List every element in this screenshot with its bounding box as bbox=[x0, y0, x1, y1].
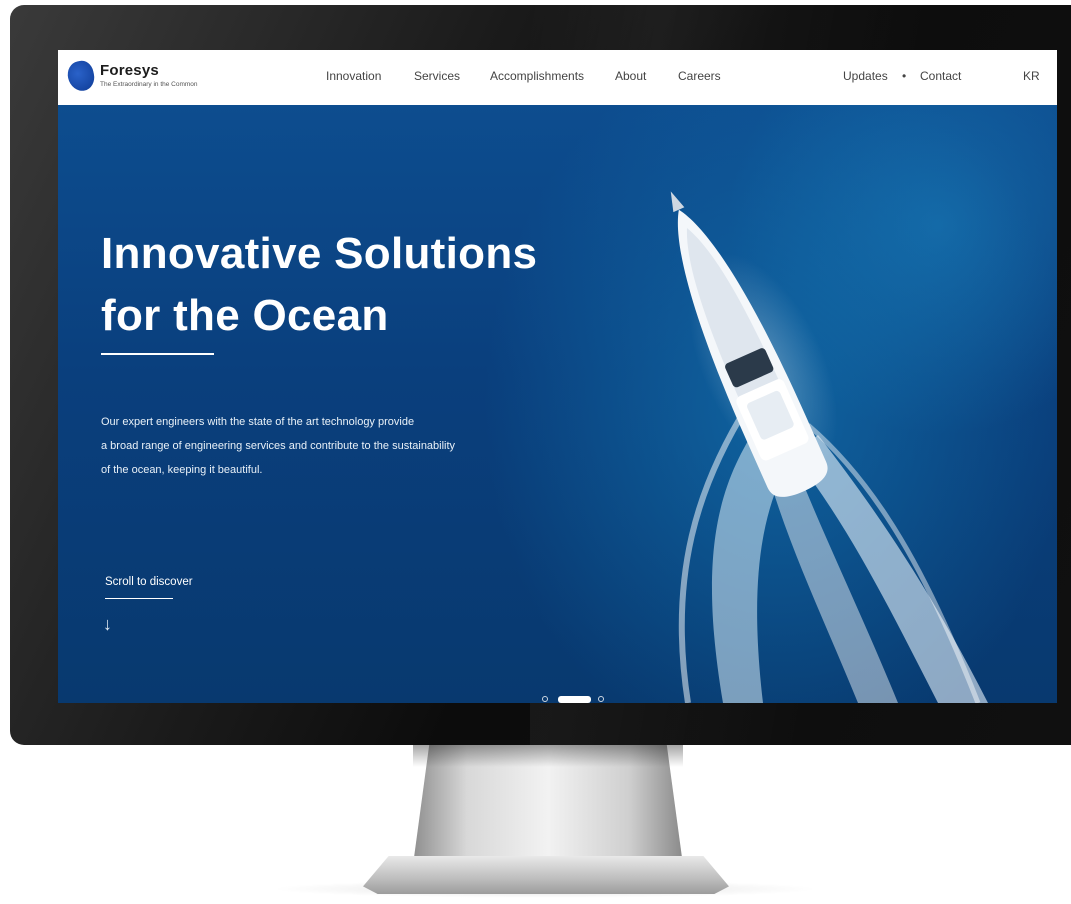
scroll-underline bbox=[105, 598, 173, 599]
site-header: Foresys The Extraordinary in the Common … bbox=[58, 50, 1057, 105]
monitor-stand-base bbox=[363, 856, 729, 894]
arrow-down-icon[interactable]: ↓ bbox=[103, 614, 112, 635]
brand-tagline: The Extraordinary in the Common bbox=[100, 81, 198, 88]
brand-name[interactable]: Foresys bbox=[100, 62, 159, 79]
hero-boat-image bbox=[670, 191, 988, 703]
hero-desc-line3: of the ocean, keeping it beautiful. bbox=[101, 464, 263, 476]
foresys-logo-icon[interactable] bbox=[65, 58, 97, 94]
hero-section: Innovative Solutions for the Ocean Our e… bbox=[58, 105, 1057, 703]
nav-about[interactable]: About bbox=[615, 69, 646, 83]
hero-title-underline bbox=[101, 353, 214, 355]
hero-title-line2: for the Ocean bbox=[101, 291, 389, 340]
scroll-to-discover-link[interactable]: Scroll to discover bbox=[105, 576, 193, 588]
hero-title: Innovative Solutions for the Ocean bbox=[101, 223, 621, 347]
monitor-bezel: Foresys The Extraordinary in the Common … bbox=[10, 5, 1071, 745]
slider-dot-1[interactable] bbox=[542, 696, 548, 702]
hero-desc-line1: Our expert engineers with the state of t… bbox=[101, 416, 415, 428]
hero-title-line1: Innovative Solutions bbox=[101, 229, 538, 278]
nav-innovation[interactable]: Innovation bbox=[326, 69, 381, 83]
hero-description: Our expert engineers with the state of t… bbox=[101, 410, 521, 482]
nav-accomplishments[interactable]: Accomplishments bbox=[490, 69, 584, 83]
hero-desc-line2: a broad range of engineering services an… bbox=[101, 440, 456, 452]
nav-contact[interactable]: Contact bbox=[920, 69, 961, 83]
nav-services[interactable]: Services bbox=[414, 69, 460, 83]
monitor-stand-shadow bbox=[413, 745, 683, 767]
nav-separator: • bbox=[902, 69, 907, 83]
nav-updates[interactable]: Updates bbox=[843, 69, 888, 83]
website-screen: Foresys The Extraordinary in the Common … bbox=[58, 50, 1057, 703]
lang-switch[interactable]: KR bbox=[1023, 69, 1040, 83]
nav-careers[interactable]: Careers bbox=[678, 69, 721, 83]
slider-dot-3[interactable] bbox=[598, 696, 604, 702]
slider-dot-2-active[interactable] bbox=[558, 696, 591, 703]
